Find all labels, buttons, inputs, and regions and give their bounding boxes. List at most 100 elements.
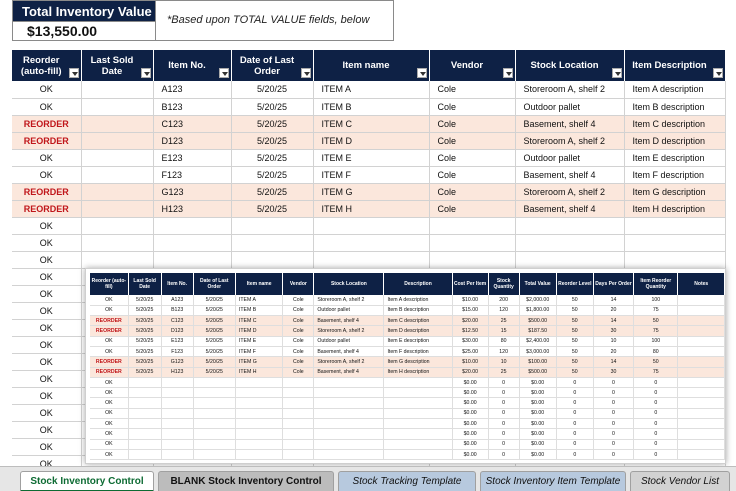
table-cell[interactable] <box>81 98 154 116</box>
table-cell[interactable]: ITEM A <box>313 81 430 99</box>
column-header[interactable]: Reorder (auto-fill) <box>12 50 82 81</box>
table-cell[interactable] <box>81 183 154 201</box>
table-cell[interactable]: OK <box>12 438 82 456</box>
table-cell[interactable]: OK <box>12 336 82 354</box>
table-cell[interactable]: Item D description <box>624 132 726 150</box>
table-cell[interactable] <box>515 234 625 252</box>
table-cell[interactable] <box>81 234 154 252</box>
table-cell[interactable] <box>153 217 232 235</box>
table-cell[interactable]: OK <box>12 370 82 388</box>
tab-stock-tracking-template[interactable]: Stock Tracking Template <box>338 471 476 491</box>
table-cell[interactable]: Storeroom A, shelf 2 <box>515 132 625 150</box>
tab-blank-stock-inventory-control[interactable]: BLANK Stock Inventory Control <box>158 471 334 491</box>
table-cell[interactable]: Item C description <box>624 115 726 133</box>
table-cell[interactable]: 5/20/25 <box>231 132 314 150</box>
table-cell[interactable]: Item E description <box>624 149 726 167</box>
tab-stock-inventory-control[interactable]: Stock Inventory Control <box>20 471 154 491</box>
table-cell[interactable]: ITEM B <box>313 98 430 116</box>
column-header[interactable]: Item Description <box>624 50 726 81</box>
table-cell[interactable]: E123 <box>153 149 232 167</box>
table-cell[interactable] <box>81 200 154 218</box>
table-cell[interactable]: Basement, shelf 4 <box>515 166 625 184</box>
table-cell[interactable]: 5/20/25 <box>231 81 314 99</box>
table-cell[interactable]: 5/20/25 <box>231 200 314 218</box>
table-cell[interactable]: Basement, shelf 4 <box>515 200 625 218</box>
table-cell[interactable]: G123 <box>153 183 232 201</box>
table-cell[interactable]: 5/20/25 <box>231 149 314 167</box>
filter-dropdown-icon[interactable] <box>300 68 311 78</box>
table-cell[interactable]: OK <box>12 285 82 303</box>
table-cell[interactable] <box>231 234 314 252</box>
table-cell[interactable]: D123 <box>153 132 232 150</box>
table-cell[interactable] <box>81 132 154 150</box>
table-cell[interactable] <box>515 251 625 269</box>
table-cell[interactable]: 5/20/25 <box>231 115 314 133</box>
table-cell[interactable]: Outdoor pallet <box>515 98 625 116</box>
table-cell[interactable] <box>81 217 154 235</box>
table-cell[interactable] <box>231 251 314 269</box>
table-cell[interactable]: Item F description <box>624 166 726 184</box>
table-cell[interactable]: Item H description <box>624 200 726 218</box>
table-cell[interactable]: Cole <box>429 132 516 150</box>
table-cell[interactable]: Storeroom A, shelf 2 <box>515 81 625 99</box>
table-cell[interactable] <box>624 234 726 252</box>
total-inventory-value[interactable]: $13,550.00 <box>13 21 155 41</box>
filter-dropdown-icon[interactable] <box>502 68 513 78</box>
table-cell[interactable]: OK <box>12 149 82 167</box>
column-header[interactable]: Item No. <box>153 50 232 81</box>
table-cell[interactable]: ITEM D <box>313 132 430 150</box>
table-cell[interactable] <box>153 234 232 252</box>
table-cell[interactable]: F123 <box>153 166 232 184</box>
table-cell[interactable]: OK <box>12 421 82 439</box>
table-cell[interactable] <box>81 115 154 133</box>
table-cell[interactable]: C123 <box>153 115 232 133</box>
table-cell[interactable]: Outdoor pallet <box>515 149 625 167</box>
table-cell[interactable] <box>429 217 516 235</box>
table-cell[interactable]: OK <box>12 81 82 99</box>
table-cell[interactable]: ITEM G <box>313 183 430 201</box>
table-cell[interactable]: OK <box>12 387 82 405</box>
table-cell[interactable] <box>624 251 726 269</box>
table-cell[interactable] <box>81 81 154 99</box>
table-cell[interactable]: Item G description <box>624 183 726 201</box>
tab-stock-vendor-list[interactable]: Stock Vendor List <box>630 471 730 491</box>
tab-stock-inventory-item-template[interactable]: Stock Inventory Item Template <box>480 471 626 491</box>
table-cell[interactable]: ITEM F <box>313 166 430 184</box>
column-header[interactable]: Stock Location <box>515 50 625 81</box>
filter-dropdown-icon[interactable] <box>416 68 427 78</box>
table-cell[interactable]: OK <box>12 166 82 184</box>
table-cell[interactable]: ITEM C <box>313 115 430 133</box>
filter-dropdown-icon[interactable] <box>218 68 229 78</box>
filter-dropdown-icon[interactable] <box>68 68 79 78</box>
column-header[interactable]: Date of Last Order <box>231 50 314 81</box>
column-header[interactable]: Last Sold Date <box>81 50 154 81</box>
table-cell[interactable]: Basement, shelf 4 <box>515 115 625 133</box>
table-cell[interactable]: Cole <box>429 183 516 201</box>
table-cell[interactable]: ITEM E <box>313 149 430 167</box>
table-cell[interactable] <box>81 166 154 184</box>
table-cell[interactable] <box>81 149 154 167</box>
table-cell[interactable] <box>313 234 430 252</box>
table-cell[interactable]: Cole <box>429 149 516 167</box>
table-cell[interactable]: 5/20/25 <box>231 183 314 201</box>
table-cell[interactable]: OK <box>12 98 82 116</box>
table-cell[interactable]: OK <box>12 353 82 371</box>
table-cell[interactable]: OK <box>12 217 82 235</box>
table-cell[interactable] <box>81 251 154 269</box>
table-cell[interactable] <box>231 217 314 235</box>
table-cell[interactable] <box>429 234 516 252</box>
table-cell[interactable]: OK <box>12 302 82 320</box>
table-cell[interactable] <box>624 217 726 235</box>
table-cell[interactable]: OK <box>12 268 82 286</box>
column-header[interactable]: Item name <box>313 50 430 81</box>
table-cell[interactable]: Item A description <box>624 81 726 99</box>
table-cell[interactable]: B123 <box>153 98 232 116</box>
table-cell[interactable]: Item B description <box>624 98 726 116</box>
table-cell[interactable]: OK <box>12 234 82 252</box>
table-cell[interactable]: OK <box>12 404 82 422</box>
table-cell[interactable] <box>429 251 516 269</box>
filter-dropdown-icon[interactable] <box>712 68 723 78</box>
table-cell[interactable]: Cole <box>429 98 516 116</box>
table-cell[interactable]: Cole <box>429 166 516 184</box>
table-cell[interactable]: REORDER <box>12 200 82 218</box>
